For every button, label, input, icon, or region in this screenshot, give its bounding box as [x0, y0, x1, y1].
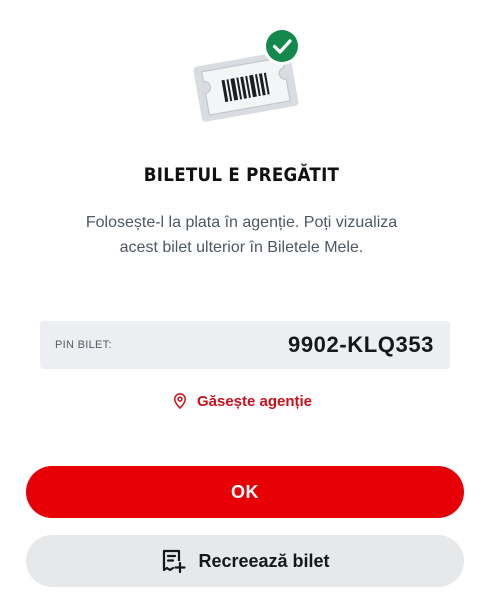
page-title: BILETUL E PREGĂTIT — [143, 164, 340, 186]
ok-button-label: OK — [231, 481, 259, 502]
pin-label: PIN BILET: — [55, 339, 112, 351]
ok-button[interactable]: OK — [26, 466, 464, 518]
subtitle-line-1: Folosește-l la plata în agenție. Poți vi… — [85, 214, 398, 231]
recreate-ticket-button[interactable]: Recreează bilet — [26, 535, 464, 587]
recreate-ticket-label: Recreează bilet — [198, 550, 330, 571]
find-agency-label: Găsește agenție — [196, 392, 313, 410]
check-badge-icon — [263, 27, 301, 65]
receipt-add-icon — [163, 549, 187, 574]
pin-box: PIN BILET: 9902-KLQ353 — [40, 321, 450, 369]
ticket-illustration — [190, 26, 304, 122]
location-pin-icon — [173, 393, 186, 409]
pin-value: 9902-KLQ353 — [287, 332, 434, 357]
find-agency-link[interactable]: Găsește agenție — [0, 392, 483, 410]
ticket-ready-screen: BILETUL E PREGĂTIT Folosește-l la plata … — [0, 0, 483, 602]
subtitle-line-2: acest bilet ulterior în Biletele Mele. — [119, 239, 364, 256]
subtitle: Folosește-l la plata în agenție. Poți vi… — [40, 210, 443, 260]
